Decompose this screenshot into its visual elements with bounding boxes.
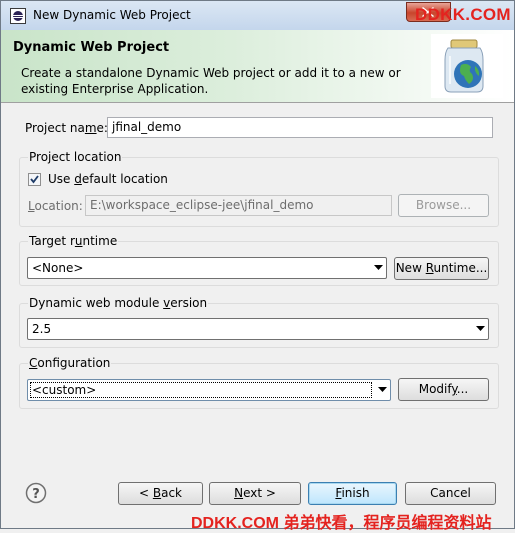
watermark-top: DDKK.COM	[415, 5, 511, 24]
configuration-select[interactable]: <custom>	[27, 379, 391, 401]
use-default-location-label[interactable]: Use default location	[48, 172, 168, 186]
configuration-value: <custom>	[32, 383, 97, 397]
cancel-button[interactable]: Cancel	[405, 482, 496, 505]
new-runtime-button[interactable]: New Runtime...	[394, 257, 489, 280]
project-name-field[interactable]: jfinal_demo	[107, 117, 493, 138]
eclipse-app-icon	[10, 8, 26, 24]
modify-button[interactable]: Modify...	[398, 378, 489, 401]
use-default-location-checkbox[interactable]	[28, 173, 41, 186]
svg-text:?: ?	[32, 487, 40, 502]
checkmark-icon	[30, 175, 39, 184]
target-runtime-value: <None>	[32, 261, 84, 275]
watermark-bottom: DDKK.COM 弟弟快看，程序员编程资料站	[191, 515, 492, 532]
target-runtime-title: Target runtime	[28, 234, 119, 248]
chevron-down-icon	[476, 326, 485, 331]
target-runtime-select[interactable]: <None>	[27, 257, 387, 279]
module-version-select[interactable]: 2.5	[27, 318, 489, 340]
wizard-banner: Dynamic Web Project Create a standalone …	[1, 30, 514, 103]
chevron-down-icon	[378, 387, 387, 392]
module-version-value: 2.5	[32, 322, 52, 336]
module-version-title: Dynamic web module version	[28, 296, 209, 310]
location-label: Location:	[28, 199, 83, 213]
title-bar[interactable]: New Dynamic Web Project DDKK.COM	[1, 1, 514, 30]
dialog-window: New Dynamic Web Project DDKK.COM Dynamic…	[0, 0, 515, 532]
project-name-label: Project name:	[25, 121, 108, 135]
banner-title: Dynamic Web Project	[13, 40, 170, 55]
browse-button[interactable]: Browse...	[398, 194, 489, 217]
configuration-title: Configuration	[28, 356, 112, 370]
jar-globe-icon	[431, 34, 503, 98]
chevron-down-icon	[374, 265, 383, 270]
next-button[interactable]: Next >	[209, 482, 301, 505]
project-location-title: Project location	[28, 150, 123, 164]
banner-description: Create a standalone Dynamic Web project …	[21, 66, 401, 96]
back-button[interactable]: < Back	[118, 482, 203, 505]
window-title: New Dynamic Web Project	[33, 8, 191, 22]
location-field[interactable]: E:\workspace_eclipse-jee\jfinal_demo	[85, 195, 392, 216]
help-question-icon[interactable]: ?	[25, 482, 47, 504]
finish-button[interactable]: Finish	[308, 482, 397, 505]
